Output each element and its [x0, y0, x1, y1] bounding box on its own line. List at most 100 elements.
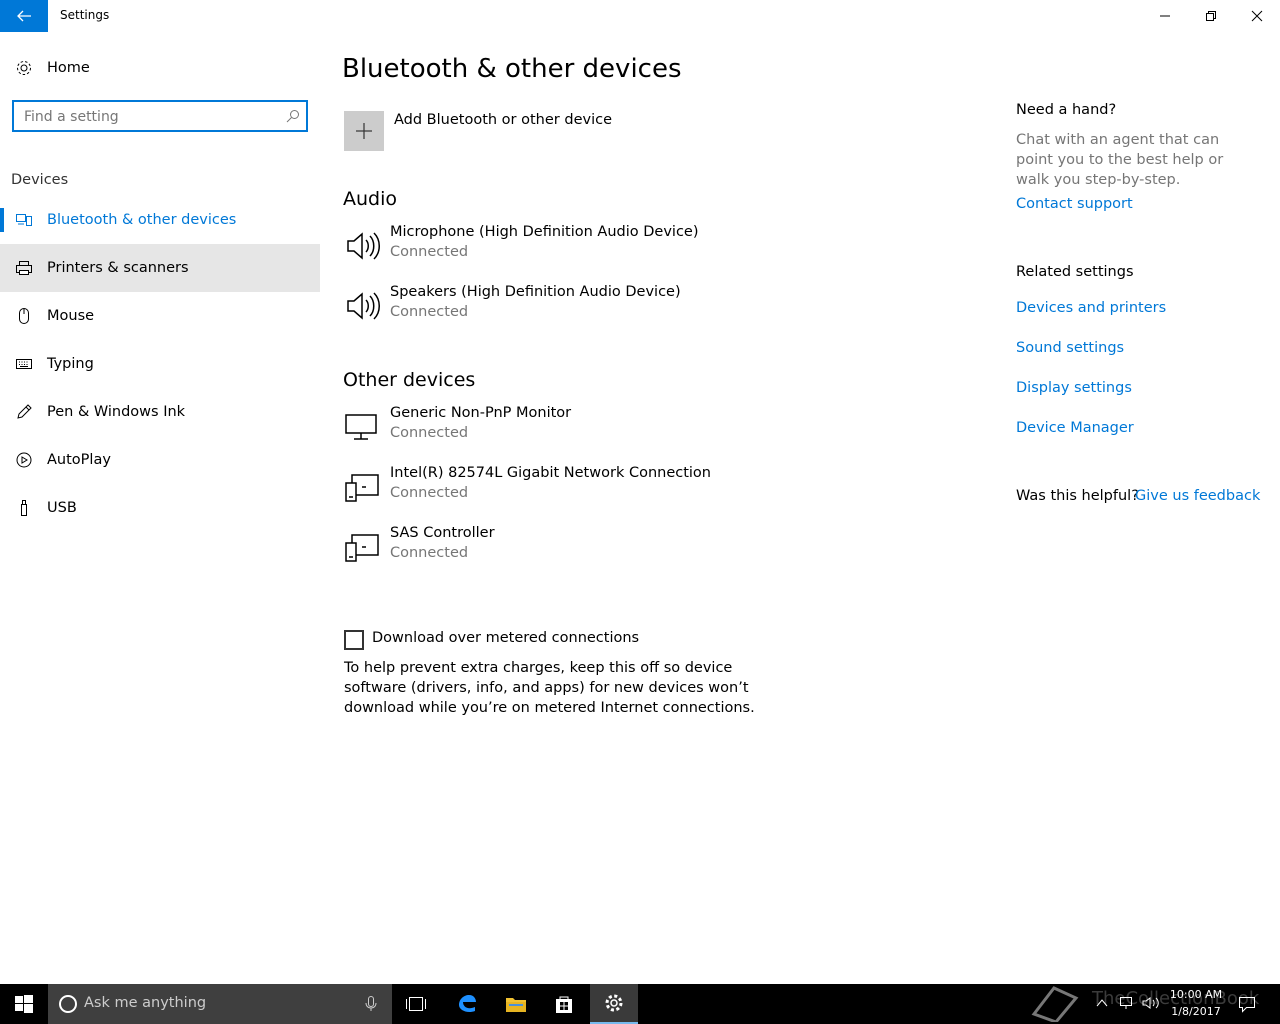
contact-support-link[interactable]: Contact support [1016, 196, 1133, 212]
sidebar-item-label: USB [47, 500, 77, 516]
speaker-icon [347, 232, 380, 260]
close-icon [1251, 10, 1263, 22]
sidebar-item-pen[interactable]: Pen & Windows Ink [0, 388, 320, 436]
device-status: Connected [390, 425, 469, 441]
device-item-monitor[interactable]: Generic Non-PnP Monitor Connected [344, 405, 944, 453]
settings-taskbar-button[interactable] [590, 984, 638, 1024]
gear-icon [605, 994, 623, 1012]
gear-icon [14, 58, 34, 78]
device-name: Speakers (High Definition Audio Device) [390, 284, 681, 300]
chevron-up-icon[interactable] [1096, 998, 1108, 1008]
sidebar-item-home[interactable]: Home [0, 52, 320, 84]
speaker-icon [347, 292, 380, 320]
device-name: SAS Controller [390, 525, 495, 541]
pen-icon [14, 402, 34, 422]
sidebar-item-autoplay[interactable]: AutoPlay [0, 436, 320, 484]
mouse-icon [14, 306, 34, 326]
add-device-button[interactable] [344, 111, 384, 151]
volume-icon[interactable] [1142, 996, 1160, 1010]
search-input[interactable] [24, 106, 274, 128]
helpful-label: Was this helpful? [1016, 488, 1139, 504]
device-status: Connected [390, 244, 469, 260]
device-status: Connected [390, 545, 469, 561]
window-title: Settings [60, 8, 110, 22]
related-settings-heading: Related settings [1016, 264, 1134, 280]
help-text: Chat with an agent that can point you to… [1016, 132, 1224, 188]
file-explorer-button[interactable] [492, 984, 540, 1024]
display-settings-link[interactable]: Display settings [1016, 380, 1132, 396]
sidebar-item-label: Printers & scanners [47, 260, 189, 276]
restore-button[interactable] [1188, 0, 1234, 32]
sidebar-item-usb[interactable]: USB [0, 484, 320, 532]
device-name: Intel(R) 82574L Gigabit Network Connecti… [390, 465, 711, 481]
help-heading: Need a hand? [1016, 102, 1117, 118]
clock-time[interactable]: 10:00 AM [1168, 988, 1224, 1001]
search-icon[interactable] [286, 109, 300, 123]
sound-settings-link[interactable]: Sound settings [1016, 340, 1124, 356]
device-item-speakers[interactable]: Speakers (High Definition Audio Device) … [344, 284, 944, 332]
sidebar-item-label: AutoPlay [47, 452, 111, 468]
monitor-icon [345, 414, 377, 440]
plus-icon [356, 123, 372, 139]
section-label-devices: Devices [11, 172, 69, 188]
sidebar-item-label: Typing [47, 356, 94, 372]
task-view-icon [406, 997, 426, 1011]
device-icon [345, 474, 379, 502]
selection-indicator [0, 208, 4, 232]
clock-date[interactable]: 1/8/2017 [1168, 1005, 1224, 1018]
taskbar: Ask me anything TheCollectionBook 10:00 … [0, 984, 1280, 1024]
taskbar-search[interactable]: Ask me anything [48, 984, 392, 1024]
sidebar-item-label: Bluetooth & other devices [47, 212, 237, 228]
title-bar: Settings [0, 0, 1280, 32]
windows-logo-icon [15, 995, 33, 1013]
task-view-button[interactable] [392, 984, 440, 1024]
device-name: Generic Non-PnP Monitor [390, 405, 572, 421]
main-content: Bluetooth & other devices Add Bluetooth … [320, 32, 1000, 984]
taskbar-search-text: Ask me anything [84, 995, 207, 1011]
edge-button[interactable] [443, 984, 491, 1024]
start-button[interactable] [0, 984, 48, 1024]
metered-checkbox-label[interactable]: Download over metered connections [372, 630, 639, 646]
store-icon [556, 996, 572, 1013]
network-icon[interactable] [1118, 996, 1134, 1010]
sidebar-item-printers[interactable]: Printers & scanners [0, 244, 320, 292]
back-button[interactable] [0, 0, 48, 32]
cortana-icon [59, 995, 77, 1013]
other-devices-section-title: Other devices [343, 369, 476, 391]
edge-icon [459, 995, 476, 1013]
devices-and-printers-link[interactable]: Devices and printers [1016, 300, 1166, 316]
device-icon [345, 534, 379, 562]
keyboard-icon [14, 354, 34, 374]
sidebar-item-mouse[interactable]: Mouse [0, 292, 320, 340]
device-status: Connected [390, 485, 469, 501]
page-title: Bluetooth & other devices [342, 54, 682, 84]
usb-icon [14, 498, 34, 518]
feedback-link[interactable]: Give us feedback [1135, 488, 1260, 504]
device-name: Microphone (High Definition Audio Device… [390, 224, 699, 240]
printer-icon [14, 258, 34, 278]
autoplay-icon [14, 450, 34, 470]
microphone-icon[interactable] [364, 996, 378, 1012]
sidebar-item-label: Pen & Windows Ink [47, 404, 186, 420]
device-item-network[interactable]: Intel(R) 82574L Gigabit Network Connecti… [344, 465, 944, 513]
metered-description: To help prevent extra charges, keep this… [344, 660, 755, 716]
close-button[interactable] [1234, 0, 1280, 32]
sidebar-item-label: Mouse [47, 308, 95, 324]
add-device-label[interactable]: Add Bluetooth or other device [394, 112, 612, 128]
device-manager-link[interactable]: Device Manager [1016, 420, 1134, 436]
home-label: Home [47, 60, 90, 76]
back-arrow-icon [17, 10, 31, 22]
device-status: Connected [390, 304, 469, 320]
search-box[interactable] [12, 100, 308, 132]
action-center-icon[interactable] [1238, 995, 1256, 1013]
audio-section-title: Audio [343, 188, 398, 210]
folder-icon [506, 998, 526, 1012]
sidebar-item-bluetooth[interactable]: Bluetooth & other devices [0, 196, 320, 244]
metered-checkbox[interactable] [344, 630, 364, 650]
store-button[interactable] [540, 984, 588, 1024]
sidebar-item-typing[interactable]: Typing [0, 340, 320, 388]
minimize-button[interactable] [1142, 0, 1188, 32]
minimize-icon [1160, 15, 1170, 17]
device-item-microphone[interactable]: Microphone (High Definition Audio Device… [344, 224, 944, 272]
device-item-sas[interactable]: SAS Controller Connected [344, 525, 944, 573]
